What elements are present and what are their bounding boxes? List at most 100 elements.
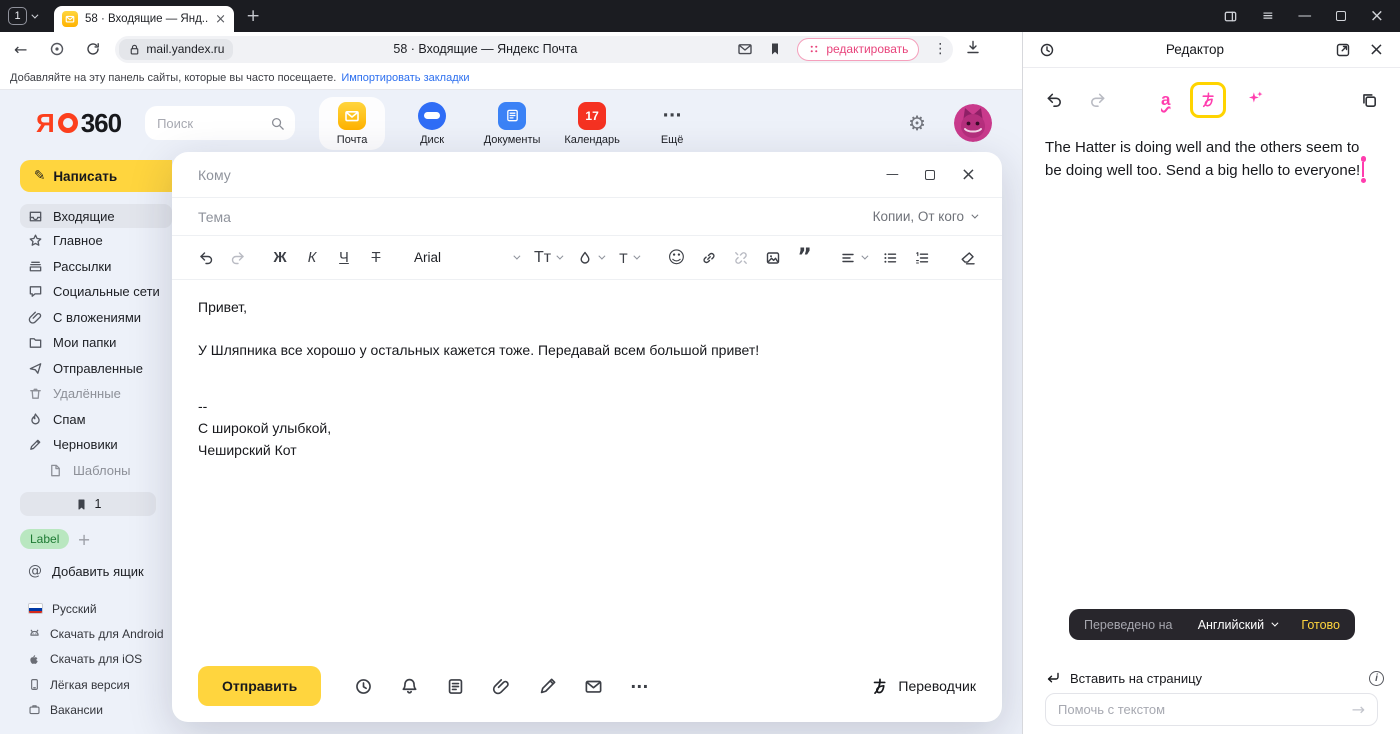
sidebar-item-attachments[interactable]: С вложениями (20, 305, 172, 331)
app-calendar[interactable]: 17 Календарь (559, 97, 625, 150)
link-icon[interactable] (701, 250, 717, 266)
back-icon[interactable]: ← (14, 40, 27, 59)
panel-close-icon[interactable]: × (1369, 39, 1384, 60)
improve-text-button[interactable] (1246, 89, 1264, 112)
send-button[interactable]: Отправить (198, 666, 321, 706)
underline-icon[interactable]: Ч (336, 250, 352, 266)
ai-prompt-box[interactable]: → (1045, 693, 1378, 726)
insert-to-page-button[interactable]: Вставить на страницу i (1045, 666, 1384, 690)
emoji-icon[interactable]: ☺ (668, 248, 686, 268)
sidebar-item-trash[interactable]: Удалённые (20, 381, 172, 407)
tab-group-control[interactable]: 1 (8, 7, 36, 25)
restore-window-icon[interactable] (1336, 11, 1346, 21)
compose-close-icon[interactable]: × (961, 164, 976, 185)
redo-icon[interactable] (230, 250, 246, 266)
attach-from-mail-icon[interactable] (584, 677, 603, 696)
tab-group-badge[interactable]: 1 (8, 7, 27, 25)
info-icon[interactable]: i (1369, 671, 1384, 686)
download-android-link[interactable]: Скачать для Android (20, 621, 172, 646)
font-size-select[interactable]: Tт (534, 249, 561, 267)
sidebar-item-inbox[interactable]: Входящие (20, 204, 172, 228)
browser-menu-icon[interactable]: ≡ (1262, 8, 1274, 24)
app-disk[interactable]: Диск (399, 97, 465, 150)
sidebar-item-sent[interactable]: Отправленные (20, 356, 172, 382)
schedule-send-icon[interactable] (354, 677, 373, 696)
import-bookmarks-link[interactable]: Импортировать закладки (341, 72, 469, 84)
chevron-down-icon[interactable] (31, 11, 38, 18)
sidebar-item-important[interactable]: Главное (20, 228, 172, 254)
copy-icon[interactable] (1360, 91, 1378, 109)
vacancies-link[interactable]: Вакансии (20, 697, 172, 722)
translator-button[interactable]: Переводчик (870, 677, 976, 696)
search-box[interactable] (145, 106, 295, 140)
settings-gear-icon[interactable]: ⚙ (908, 111, 926, 135)
refresh-icon[interactable] (85, 41, 101, 57)
to-field-label[interactable]: Кому (198, 167, 231, 183)
extension-kebab-icon[interactable]: ⋮ (933, 41, 947, 57)
tab-close-icon[interactable]: × (215, 12, 226, 27)
light-version-link[interactable]: Лёгкая версия (20, 672, 172, 697)
unlink-icon[interactable] (733, 250, 749, 266)
numbered-list-icon[interactable] (914, 250, 930, 266)
signature-pen-icon[interactable] (538, 677, 557, 696)
add-label-icon[interactable]: + (77, 530, 90, 549)
new-tab-button[interactable]: + (246, 6, 260, 26)
reminder-bell-icon[interactable] (400, 677, 419, 696)
quote-icon[interactable]: ” (797, 253, 811, 263)
app-docs[interactable]: Документы (479, 97, 545, 150)
sidebar-item-spam[interactable]: Спам (20, 407, 172, 433)
highlight-color-select[interactable] (577, 250, 603, 266)
search-input[interactable] (157, 116, 270, 131)
history-clock-icon[interactable] (1039, 42, 1055, 58)
font-family-select[interactable]: Arial (414, 250, 518, 265)
compose-expand-icon[interactable] (925, 167, 935, 183)
ai-prompt-input[interactable] (1058, 702, 1352, 717)
add-mailbox-button[interactable]: @ Добавить ящик (20, 559, 172, 583)
domain-pill[interactable]: mail.yandex.ru (119, 39, 233, 60)
grammar-check-icon[interactable]: a (1161, 90, 1170, 110)
bookmarks-counter[interactable]: 1 (20, 492, 156, 516)
side-panel-icon[interactable] (1223, 9, 1238, 24)
editor-redo-icon[interactable] (1089, 91, 1107, 109)
cc-from-toggle[interactable]: Копии, От кого (873, 209, 976, 224)
minimize-window-icon[interactable]: — (1298, 8, 1312, 24)
align-select[interactable] (840, 250, 866, 266)
app-mail[interactable]: Почта (319, 97, 385, 150)
done-button[interactable]: Готово (1301, 618, 1340, 632)
compose-minimize-icon[interactable]: — (886, 167, 899, 182)
label-tag[interactable]: Label (20, 529, 69, 549)
attach-file-icon[interactable] (492, 677, 511, 696)
bullet-list-icon[interactable] (882, 250, 898, 266)
text-color-select[interactable]: Т (619, 250, 638, 266)
user-avatar[interactable] (954, 104, 992, 142)
bold-icon[interactable]: Ж (272, 250, 288, 266)
address-bar[interactable]: mail.yandex.ru 58 · Входящие — Яндекс По… (115, 36, 953, 63)
subject-field-label[interactable]: Тема (198, 209, 231, 225)
italic-icon[interactable]: К (304, 250, 320, 266)
translate-icon[interactable] (1199, 91, 1217, 109)
bookmark-flag-icon[interactable] (767, 41, 783, 57)
close-window-icon[interactable]: × (1370, 6, 1384, 26)
strikethrough-icon[interactable]: Т (368, 250, 384, 266)
yandex360-logo[interactable]: Я 360 (36, 108, 121, 139)
downloads-icon[interactable] (965, 39, 981, 60)
submit-arrow-icon[interactable]: → (1352, 700, 1365, 719)
message-body[interactable]: Привет, У Шляпника все хорошо у остальны… (172, 280, 1002, 461)
language-link[interactable]: Русский (20, 596, 172, 621)
insert-image-icon[interactable] (765, 250, 781, 266)
open-in-window-icon[interactable] (1335, 42, 1351, 58)
sidebar-item-drafts[interactable]: Черновики (20, 432, 172, 458)
more-options-icon[interactable]: ··· (630, 677, 648, 696)
sidebar-item-templates[interactable]: Шаблоны (20, 458, 172, 484)
download-ios-link[interactable]: Скачать для iOS (20, 647, 172, 672)
editor-extension-button[interactable]: редактировать (797, 38, 919, 61)
compose-button[interactable]: ✎ Написать (20, 160, 172, 192)
sidebar-item-social[interactable]: Социальные сети (20, 279, 172, 305)
mail-suggest-icon[interactable] (737, 41, 753, 57)
editor-undo-icon[interactable] (1045, 91, 1063, 109)
language-select[interactable]: Английский (1198, 618, 1276, 632)
sidebar-item-newsletters[interactable]: Рассылки (20, 254, 172, 280)
search-icon[interactable] (270, 116, 285, 131)
sidebar-item-myfolders[interactable]: Мои папки (20, 330, 172, 356)
clear-format-icon[interactable] (960, 250, 976, 266)
